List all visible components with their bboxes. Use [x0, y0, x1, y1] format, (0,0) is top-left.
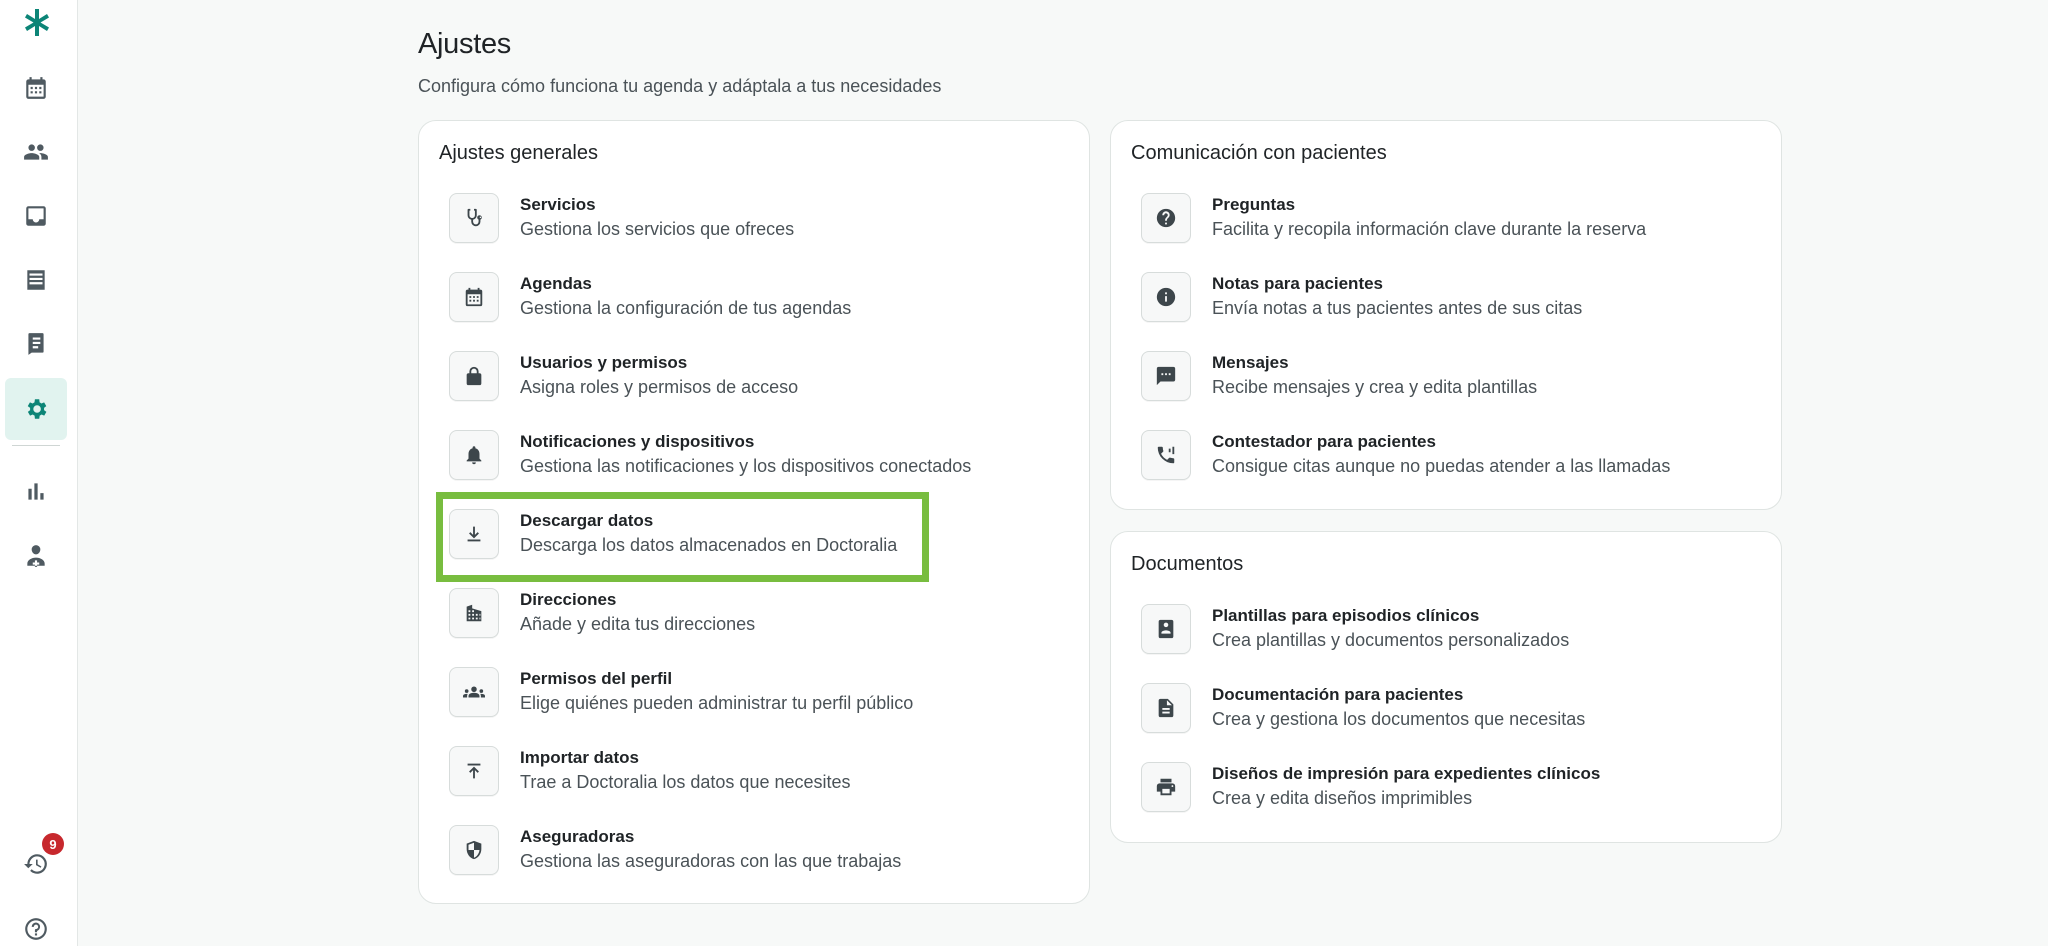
settings-item-direcciones[interactable]: Direcciones Añade y edita tus direccione…: [441, 576, 1001, 650]
settings-item-notas-pacientes[interactable]: Notas para pacientes Envía notas a tus p…: [1133, 260, 1693, 334]
item-description: Recibe mensajes y crea y edita plantilla…: [1212, 377, 1538, 397]
inbox-icon[interactable]: [5, 185, 67, 247]
card-title: Documentos: [1131, 553, 1244, 575]
calendar-icon[interactable]: [5, 57, 67, 119]
settings-item-notificaciones[interactable]: Notificaciones y dispositivos Gestiona l…: [441, 418, 1001, 492]
item-title: Preguntas: [1212, 195, 1296, 214]
item-title: Agendas: [520, 274, 592, 293]
item-description: Envía notas a tus pacientes antes de sus…: [1212, 298, 1583, 318]
settings-item-disenos-impresion[interactable]: Diseños de impresión para expedientes cl…: [1133, 750, 1693, 824]
item-description: Gestiona las aseguradoras con las que tr…: [520, 851, 902, 871]
settings-item-usuarios[interactable]: Usuarios y permisos Asigna roles y permi…: [441, 339, 1001, 413]
item-title: Notificaciones y dispositivos: [520, 432, 755, 451]
item-title: Diseños de impresión para expedientes cl…: [1212, 764, 1601, 783]
item-title: Documentación para pacientes: [1212, 685, 1464, 704]
item-description: Gestiona las notificaciones y los dispos…: [520, 456, 972, 476]
file-icon: [1141, 683, 1191, 733]
settings-item-agendas[interactable]: Agendas Gestiona la configuración de tus…: [441, 260, 1001, 334]
item-title: Usuarios y permisos: [520, 353, 688, 372]
item-description: Asigna roles y permisos de acceso: [520, 377, 799, 397]
item-description: Consigue citas aunque no puedas atender …: [1212, 456, 1671, 476]
communication-card: Comunicación con pacientes Preguntas Fac…: [1110, 120, 1782, 510]
item-title: Mensajes: [1212, 353, 1289, 372]
item-title: Contestador para pacientes: [1212, 432, 1436, 451]
group-icon: [449, 667, 499, 717]
item-description: Añade y edita tus direcciones: [520, 614, 756, 634]
sidebar: 9: [0, 0, 78, 946]
item-description: Crea plantillas y documentos personaliza…: [1212, 630, 1570, 650]
item-description: Facilita y recopila información clave du…: [1212, 219, 1647, 239]
item-title: Aseguradoras: [520, 827, 635, 846]
gear-icon[interactable]: [5, 378, 67, 440]
item-title: Direcciones: [520, 590, 617, 609]
upload-icon: [449, 746, 499, 796]
item-description: Gestiona los servicios que ofreces: [520, 219, 795, 239]
settings-item-plantillas[interactable]: Plantillas para episodios clínicos Crea …: [1133, 592, 1693, 666]
item-description: Elige quiénes pueden administrar tu perf…: [520, 693, 914, 713]
settings-item-contestador[interactable]: Contestador para pacientes Consigue cita…: [1133, 418, 1693, 492]
stethoscope-icon: [449, 193, 499, 243]
logo-icon[interactable]: [5, 0, 67, 54]
item-description: Crea y gestiona los documentos que neces…: [1212, 709, 1586, 729]
contact-book-icon: [1141, 604, 1191, 654]
item-title: Plantillas para episodios clínicos: [1212, 606, 1480, 625]
settings-item-permisos-perfil[interactable]: Permisos del perfil Elige quiénes pueden…: [441, 655, 1001, 729]
settings-item-importar-datos[interactable]: Importar datos Trae a Doctoralia los dat…: [441, 734, 1001, 808]
card-title: Comunicación con pacientes: [1131, 142, 1387, 164]
bar-chart-icon[interactable]: [5, 461, 67, 523]
card-title: Ajustes generales: [439, 142, 598, 164]
settings-item-mensajes[interactable]: Mensajes Recibe mensajes y crea y edita …: [1133, 339, 1693, 413]
sidebar-divider: [12, 445, 60, 446]
patients-icon[interactable]: [5, 121, 67, 183]
info-icon: [1141, 272, 1191, 322]
item-title: Notas para pacientes: [1212, 274, 1384, 293]
calendar-icon: [449, 272, 499, 322]
phone-icon: [1141, 430, 1191, 480]
document-icon[interactable]: [5, 313, 67, 375]
building-icon: [449, 588, 499, 638]
item-title: Permisos del perfil: [520, 669, 673, 688]
notification-badge: 9: [42, 833, 64, 855]
printer-icon: [1141, 762, 1191, 812]
settings-item-preguntas[interactable]: Preguntas Facilita y recopila informació…: [1133, 181, 1693, 255]
question-icon: [1141, 193, 1191, 243]
item-description: Trae a Doctoralia los datos que necesite…: [520, 772, 851, 792]
item-description: Gestiona la configuración de tus agendas: [520, 298, 852, 318]
list-icon[interactable]: [5, 249, 67, 311]
help-icon[interactable]: [5, 898, 67, 946]
lock-icon: [449, 351, 499, 401]
page-subtitle: Configura cómo funciona tu agenda y adáp…: [418, 76, 942, 96]
highlight-box: [436, 492, 929, 582]
bell-icon: [449, 430, 499, 480]
settings-item-servicios[interactable]: Servicios Gestiona los servicios que ofr…: [441, 181, 1001, 255]
item-title: Importar datos: [520, 748, 640, 767]
item-description: Crea y edita diseños imprimibles: [1212, 788, 1473, 808]
page-title: Ajustes: [418, 28, 511, 60]
settings-item-aseguradoras[interactable]: Aseguradoras Gestiona las aseguradoras c…: [441, 813, 1001, 887]
item-title: Servicios: [520, 195, 596, 214]
message-icon: [1141, 351, 1191, 401]
documents-card: Documentos Plantillas para episodios clí…: [1110, 531, 1782, 843]
shield-icon: [449, 825, 499, 875]
doctor-icon[interactable]: [5, 525, 67, 587]
settings-item-documentacion[interactable]: Documentación para pacientes Crea y gest…: [1133, 671, 1693, 745]
